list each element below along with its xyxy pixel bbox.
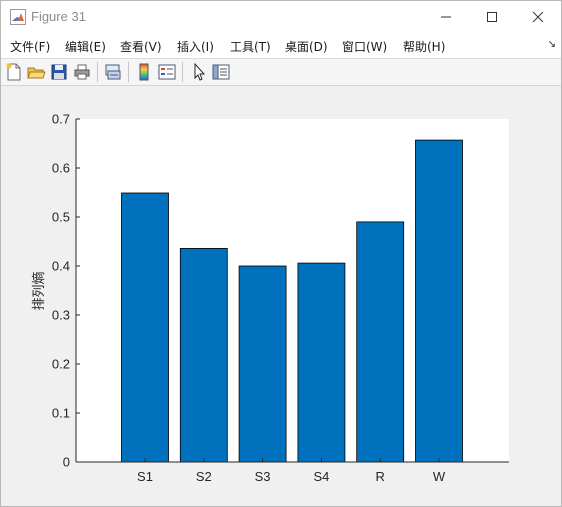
- new-figure-icon[interactable]: [4, 62, 24, 82]
- x-tick-label: S3: [255, 469, 271, 484]
- open-file-icon[interactable]: [26, 62, 46, 82]
- menu-view[interactable]: 查看(V): [120, 38, 162, 55]
- menu-edit[interactable]: 编辑(E): [65, 38, 106, 55]
- figure-canvas[interactable]: S1 S2 S3 S4 R W 0 0.1 0.2 0.3 0.4 0.5 0.6 0.7 排列熵: [1, 86, 561, 506]
- x-tick-label: S2: [196, 469, 212, 484]
- legend-icon[interactable]: [157, 62, 177, 82]
- print-icon[interactable]: [72, 62, 92, 82]
- menu-desktop[interactable]: 桌面(D): [285, 38, 328, 55]
- figure-toolbar: [1, 59, 561, 86]
- x-tick-label: R: [376, 469, 385, 484]
- menu-tools[interactable]: 工具(T): [230, 38, 271, 55]
- y-tick-label: 0.4: [52, 259, 70, 274]
- y-tick-label: 0.6: [52, 161, 70, 176]
- bar-s1: [121, 192, 169, 463]
- maximize-button[interactable]: [469, 1, 515, 32]
- y-axis-label: 排列熵: [31, 271, 47, 310]
- bar-s2: [179, 247, 228, 463]
- dock-arrow-icon[interactable]: ↘: [548, 39, 556, 50]
- toolbar-separator: [182, 62, 183, 82]
- y-tick-label: 0: [63, 455, 70, 470]
- bar-w: [415, 139, 463, 463]
- y-tick-label: 0.2: [52, 357, 70, 372]
- menu-help[interactable]: 帮助(H): [403, 38, 445, 55]
- x-tick-label: W: [433, 469, 446, 484]
- close-icon: [532, 11, 544, 23]
- toolbar-separator: [97, 62, 98, 82]
- matlab-logo-icon: [10, 9, 26, 25]
- title-bar[interactable]: Figure 31: [1, 1, 561, 32]
- x-tick-label: S1: [137, 469, 153, 484]
- minimize-icon: [441, 16, 451, 18]
- bar-r: [356, 221, 405, 463]
- pointer-icon[interactable]: [189, 62, 209, 82]
- colorbar-icon[interactable]: [134, 62, 154, 82]
- x-tick-label: S4: [313, 469, 329, 484]
- bar-s3: [238, 265, 287, 463]
- menu-insert[interactable]: 插入(I): [177, 38, 214, 55]
- minimize-button[interactable]: [423, 1, 469, 32]
- property-inspector-icon[interactable]: [211, 62, 231, 82]
- bar-s4: [297, 262, 346, 463]
- window-title: Figure 31: [31, 9, 86, 24]
- figure-window: Figure 31 文件(F) 编辑(E) 查看(V) 插入(I) 工具(T) …: [0, 0, 562, 507]
- bar-chart: S1 S2 S3 S4 R W 0 0.1 0.2 0.3 0.4 0.5 0.6 0.7 排列熵: [31, 112, 509, 484]
- menu-bar: 文件(F) 编辑(E) 查看(V) 插入(I) 工具(T) 桌面(D) 窗口(W…: [1, 32, 561, 59]
- menu-window[interactable]: 窗口(W): [342, 38, 387, 55]
- close-button[interactable]: [515, 1, 561, 32]
- y-tick-label: 0.1: [52, 406, 70, 421]
- toolbar-separator: [128, 62, 129, 82]
- maximize-icon: [487, 12, 497, 22]
- y-tick-label: 0.7: [52, 112, 70, 127]
- link-plot-icon[interactable]: [103, 62, 123, 82]
- save-icon[interactable]: [49, 62, 69, 82]
- y-tick-label: 0.3: [52, 308, 70, 323]
- y-tick-label: 0.5: [52, 210, 70, 225]
- menu-file[interactable]: 文件(F): [10, 38, 50, 55]
